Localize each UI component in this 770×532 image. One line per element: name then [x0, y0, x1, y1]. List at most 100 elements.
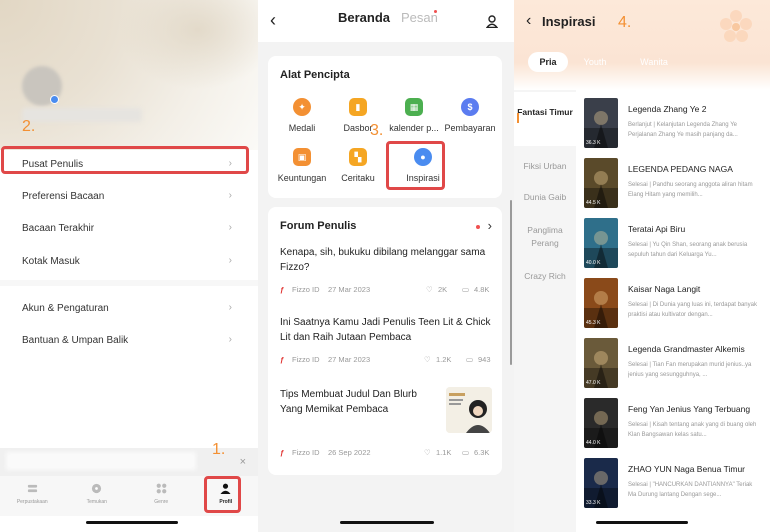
book-title: ZHAO YUN Naga Benua Timur — [628, 464, 745, 474]
back-icon[interactable]: ‹ — [526, 12, 531, 30]
menu-item-label: Akun & Pengaturan — [22, 302, 109, 314]
tool-pembayaran[interactable]: $ Pembayaran — [440, 98, 500, 133]
annotation-3: 3. — [370, 122, 384, 139]
forum-post[interactable]: Ini Saatnya Kamu Jadi Penulis Teen Lit &… — [280, 315, 494, 375]
tool-label: Medali — [288, 123, 316, 133]
inspirasi-panel: ‹ Inspirasi 4. Pria Youth Wanita Fantasi… — [514, 0, 770, 532]
book-item[interactable]: 44.5 K LEGENDA PEDANG NAGA Selesai | Pandh… — [584, 158, 764, 212]
grid-icon — [156, 483, 167, 494]
calendar-icon: ▦ — [405, 98, 423, 116]
category-fantasi-timur[interactable]: Fantasi Timur — [514, 92, 576, 146]
book-description: Selesai | Di Dunia yang luas ini, terdap… — [628, 302, 757, 318]
pill-wanita[interactable]: Wanita — [632, 52, 676, 72]
close-icon[interactable]: × — [240, 456, 246, 468]
category-dunia-gaib[interactable]: Dunia Gaib — [514, 191, 576, 204]
book-views: 40.0 K — [586, 260, 601, 266]
forum-post[interactable]: Kenapa, sih, bukuku dibilang melanggar s… — [280, 245, 494, 305]
pill-youth[interactable]: Youth — [576, 52, 614, 72]
book-cover: 44.5 K — [584, 158, 618, 208]
heart-icon: ♡ — [424, 355, 431, 364]
menu-item-bacaan-terakhir[interactable]: Bacaan Terakhir › — [0, 213, 258, 243]
post-title: Tips Membuat Judul Dan Blurb Yang Memika… — [280, 389, 417, 415]
menu-item-label: Kotak Masuk — [22, 255, 80, 267]
library-icon — [27, 484, 37, 493]
book-title: Feng Yan Jenius Yang Terbuang — [628, 404, 751, 414]
user-icon[interactable] — [486, 15, 498, 28]
tool-medali[interactable]: ✦ Medali — [272, 98, 332, 133]
book-cover: 33.3 K — [584, 458, 618, 508]
menu-item-bantuan[interactable]: Bantuan & Umpan Balik › — [0, 325, 258, 355]
beranda-header: ‹ Beranda Pesan — [258, 0, 514, 42]
book-cover: 40.0 K — [584, 218, 618, 268]
book-item[interactable]: 33.3 K ZHAO YUN Naga Benua Timur Selesai |… — [584, 458, 764, 512]
tab-perpustakaan[interactable]: Perpustakaan — [0, 476, 65, 516]
tab-label: Perpustakaan — [16, 499, 48, 505]
post-author: Fizzo ID — [292, 448, 320, 457]
highlight-pusat-penulis — [1, 146, 249, 174]
book-item[interactable]: 36.3 K Legenda Zhang Ye 2 Berlanjut | Kela… — [584, 98, 764, 152]
book-cover: 44.0 K — [584, 398, 618, 448]
menu-item-kotak-masuk[interactable]: Kotak Masuk › — [0, 246, 258, 276]
tab-beranda[interactable]: Beranda — [338, 10, 390, 25]
book-description: Selesai | Yu Qin Shan, seorang anak beru… — [628, 242, 748, 258]
chevron-right-icon: › — [228, 190, 232, 201]
book-item[interactable]: 47.0 K Legenda Grandmaster Alkemis Selesai… — [584, 338, 764, 392]
category-label: Fantasi Timur — [517, 107, 573, 117]
category-fiksi-urban[interactable]: Fiksi Urban — [514, 160, 576, 173]
gift-icon: ▣ — [293, 148, 311, 166]
forum-post[interactable]: Tips Membuat Judul Dan Blurb Yang Memika… — [280, 387, 494, 467]
divider — [0, 280, 258, 286]
menu-item-akun-pengaturan[interactable]: Akun & Pengaturan › — [0, 293, 258, 323]
book-description: Selesai | Tian Fan merupakan murid jeniu… — [628, 362, 752, 378]
tool-ceritaku[interactable]: ▚ Ceritaku — [328, 148, 388, 183]
menu-item-label: Preferensi Bacaan — [22, 190, 105, 202]
pill-pria[interactable]: Pria — [528, 52, 568, 72]
tab-pesan[interactable]: Pesan — [401, 10, 438, 25]
book-cover: 45.3 K — [584, 278, 618, 328]
home-indicator — [596, 521, 688, 524]
fizzo-logo-icon: ƒ — [280, 355, 285, 364]
tab-temukan[interactable]: Temukan — [65, 476, 130, 516]
post-date: 27 Mar 2023 — [328, 355, 371, 364]
annotation-4: 4. — [618, 14, 632, 31]
menu-item-label: Bacaan Terakhir — [22, 222, 95, 234]
book-description: Berlanjut | Kelanjutan Legenda Zhang Ye … — [628, 122, 738, 138]
heart-icon: ♡ — [426, 285, 433, 294]
tool-keuntungan[interactable]: ▣ Keuntungan — [272, 148, 332, 183]
back-icon[interactable]: ‹ — [270, 10, 276, 31]
book-cover: 36.3 K — [584, 98, 618, 148]
category-panglima-perang[interactable]: Panglima Perang — [514, 224, 576, 250]
menu-item-label: Bantuan & Umpan Balik — [22, 334, 129, 346]
notification-dot-icon — [476, 225, 480, 229]
book-cover: 47.0 K — [584, 338, 618, 388]
post-comments: 4.8K — [474, 285, 490, 294]
post-meta: ƒ Fizzo ID 27 Mar 2023 ♡ 2K ▭ 4.8K — [280, 285, 494, 295]
category-label: Fiksi Urban — [523, 161, 567, 171]
comment-icon: ▭ — [466, 355, 474, 364]
book-item[interactable]: 40.0 K Teratai Api Biru Selesai | Yu Qin S… — [584, 218, 764, 272]
scrollbar[interactable] — [510, 200, 512, 365]
tool-label: Keuntungan — [277, 173, 327, 183]
book-item[interactable]: 45.3 K Kaisar Naga Langit Selesai | Di Dun… — [584, 278, 764, 332]
book-views: 33.3 K — [586, 500, 601, 506]
book-title: Teratai Api Biru — [628, 224, 686, 234]
chevron-right-icon[interactable]: › — [488, 218, 492, 233]
post-thumbnail-image — [446, 387, 492, 433]
post-comments: 6.3K — [474, 448, 490, 457]
chevron-right-icon: › — [228, 255, 232, 266]
post-likes: 1.2K — [436, 355, 452, 364]
tab-genre[interactable]: Genre — [129, 476, 194, 516]
profile-name-redacted — [22, 108, 142, 122]
menu-item-preferensi-bacaan[interactable]: Preferensi Bacaan › — [0, 181, 258, 211]
tool-kalender[interactable]: ▦ kalender p... — [384, 98, 444, 133]
post-author: Fizzo ID — [292, 285, 320, 294]
tab-label: Genre — [154, 499, 169, 505]
post-thumbnail — [446, 387, 492, 433]
creator-tools-card: Alat Pencipta ✦ Medali ▮ Dasbor ▦ kalend… — [268, 56, 502, 198]
card-title: Forum Penulis — [280, 220, 357, 232]
book-item[interactable]: 44.0 K Feng Yan Jenius Yang Terbuang Seles… — [584, 398, 764, 452]
category-crazy-rich[interactable]: Crazy Rich — [514, 270, 576, 283]
fizzo-logo-icon: ƒ — [280, 285, 285, 294]
book-title: Legenda Zhang Ye 2 — [628, 104, 707, 114]
tab-label: Temukan — [86, 499, 107, 505]
